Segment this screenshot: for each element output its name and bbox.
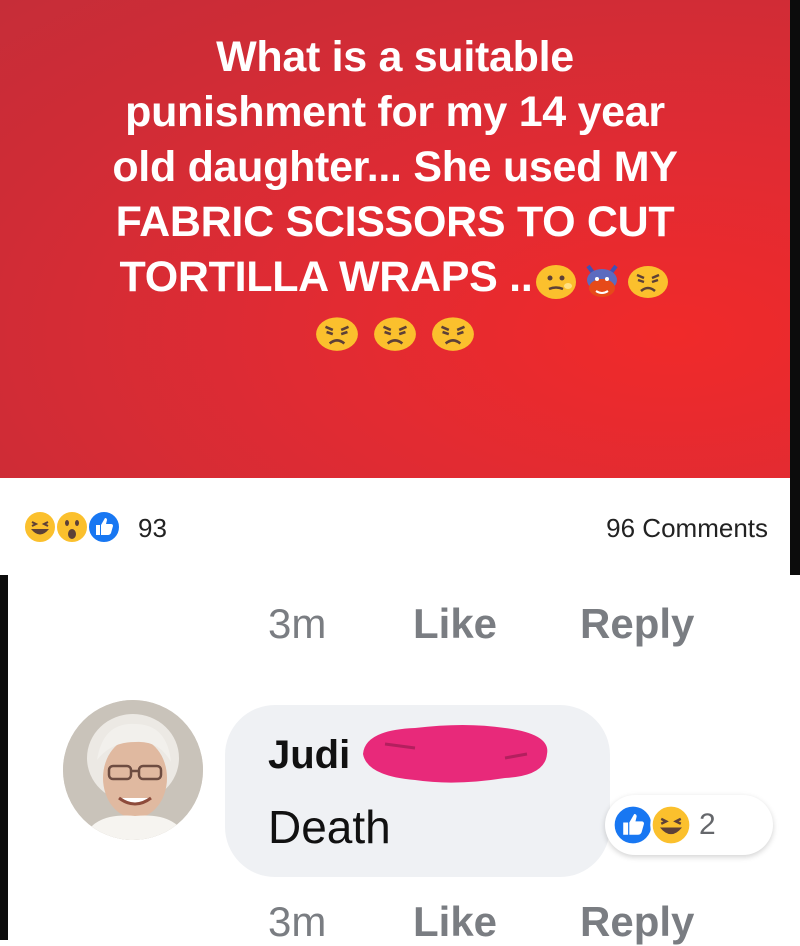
post-line-2: punishment for my 14 year [125,88,665,136]
angry-face-icon [374,317,416,351]
laugh-icon [23,510,57,544]
laugh-icon [650,804,692,846]
angry-face-icon [316,317,358,351]
confused-face-icon [536,264,577,299]
like-link[interactable]: Like [413,898,497,946]
comment-text: Death [268,801,391,853]
post-text: What is a suitable punishment for my 14 … [40,30,750,355]
reply-link[interactable]: Reply [580,600,694,648]
comment-count[interactable]: 96 Comments [606,513,768,544]
post-line-3: old daughter... She used MY [112,143,678,191]
reply-link[interactable]: Reply [580,898,694,946]
devil-icon [586,264,619,297]
reaction-count[interactable]: 93 [138,513,167,544]
post-card: What is a suitable punishment for my 14 … [0,0,790,575]
comment-time: 3m [268,898,327,945]
comment-reaction-count: 2 [699,808,716,841]
like-link[interactable]: Like [413,600,497,648]
wow-icon [55,510,89,544]
angry-face-icon [628,265,669,298]
post-reaction-icons[interactable] [22,510,121,544]
avatar[interactable] [63,700,203,840]
redaction-scribble [363,725,548,783]
post-line-5: TORTILLA WRAPS .. [40,250,750,305]
post-line-4: FABRIC SCISSORS TO CUT [115,198,675,246]
comment-reactions[interactable]: 2 [605,795,773,855]
comment-time: 3m [268,600,327,647]
post-line-5-text: TORTILLA WRAPS .. [119,253,533,301]
left-edge-strip [0,575,8,940]
edge-strip [790,0,800,575]
like-icon [87,510,121,544]
angry-face-icon [432,317,474,351]
post-background: What is a suitable punishment for my 14 … [0,0,790,478]
user-photo-icon [63,700,203,840]
commenter-name[interactable]: Judi [268,733,350,778]
post-line-1: What is a suitable [216,33,574,81]
emoji-row [40,309,750,355]
